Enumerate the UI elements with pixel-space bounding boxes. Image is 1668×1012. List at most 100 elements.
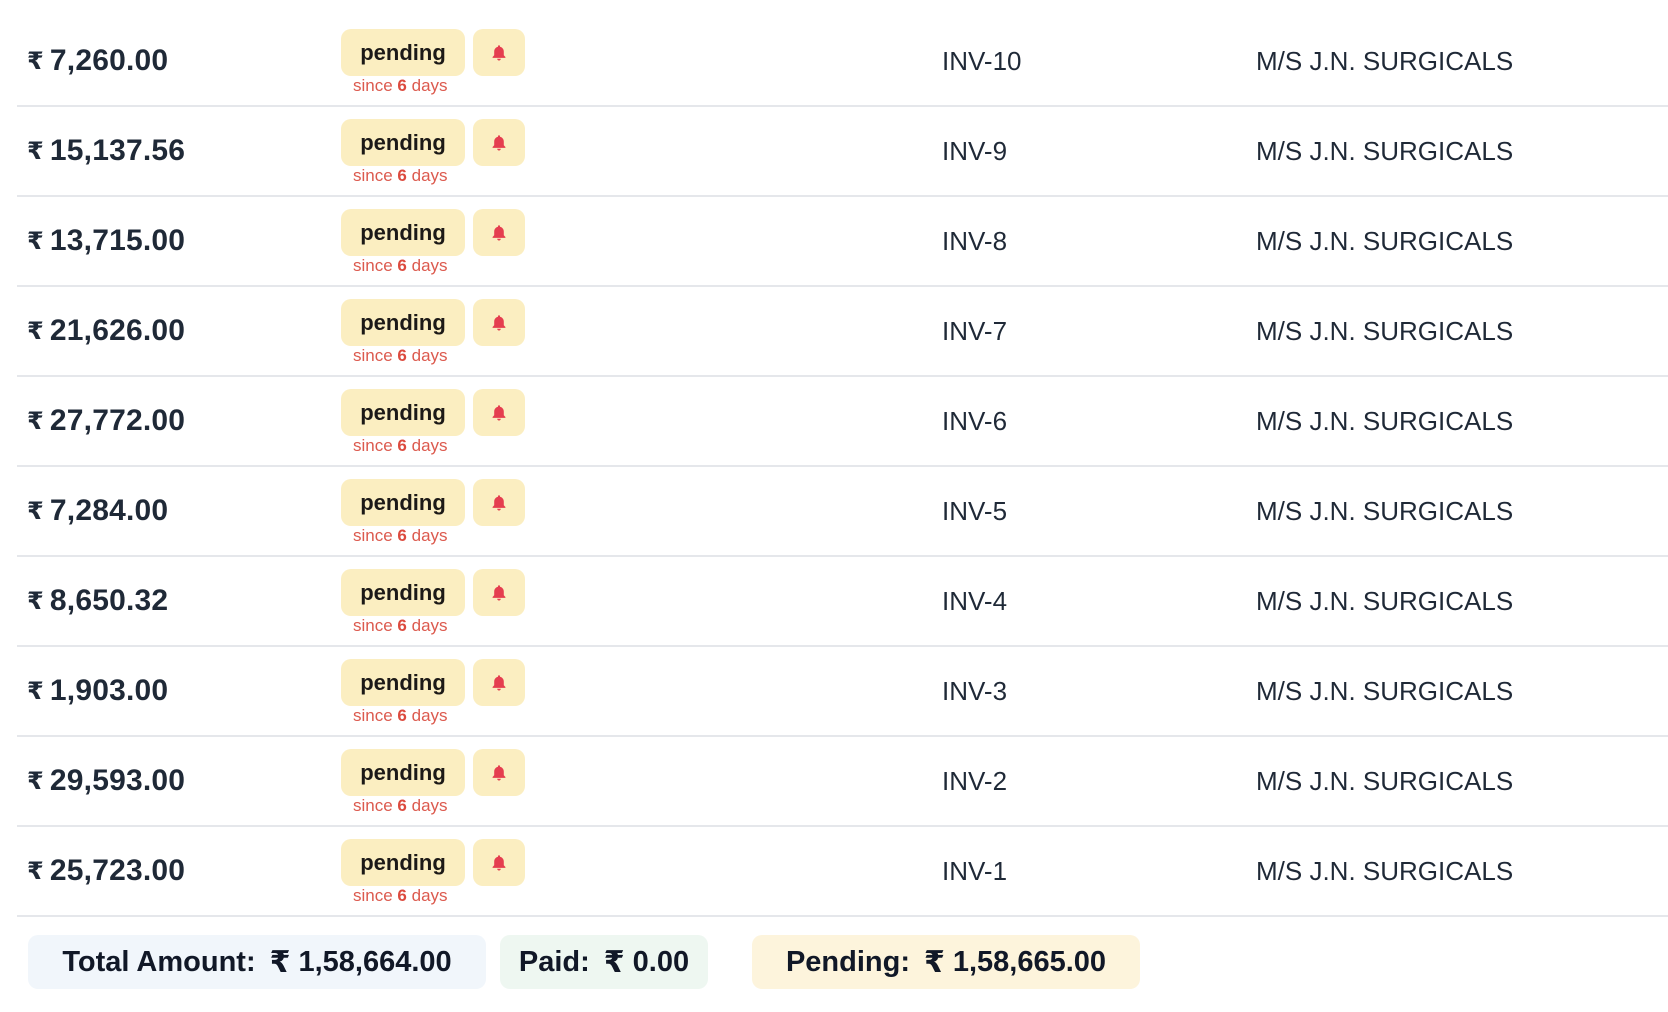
rupee-symbol: ₹ bbox=[27, 227, 44, 255]
bell-icon bbox=[489, 313, 509, 333]
invoice-number[interactable]: INV-9 bbox=[942, 107, 1007, 195]
status-badge: pending bbox=[341, 479, 465, 526]
table-row[interactable]: ₹25,723.00 pending since 6 days INV-1 M/S J.… bbox=[17, 827, 1668, 917]
amount-value: 8,650.32 bbox=[49, 584, 169, 617]
bell-icon bbox=[489, 223, 509, 243]
status-badge: pending bbox=[341, 569, 465, 616]
table-row[interactable]: ₹21,626.00 pending since 6 days INV-7 M/S J.… bbox=[17, 287, 1668, 377]
pending-duration: since 6 days bbox=[353, 436, 448, 456]
status-badge: pending bbox=[341, 749, 465, 796]
table-row[interactable]: ₹1,903.00 pending since 6 days INV-3 M/S J.N… bbox=[17, 647, 1668, 737]
pending-duration: since 6 days bbox=[353, 706, 448, 726]
invoice-number[interactable]: INV-4 bbox=[942, 557, 1007, 645]
since-suffix: days bbox=[411, 706, 448, 725]
since-suffix: days bbox=[411, 256, 448, 275]
table-row[interactable]: ₹29,593.00 pending since 6 days INV-2 M/S J.… bbox=[17, 737, 1668, 827]
send-reminder-button[interactable] bbox=[473, 749, 525, 796]
invoice-amount: ₹7,260.00 bbox=[27, 17, 168, 105]
send-reminder-button[interactable] bbox=[473, 479, 525, 526]
status-badge: pending bbox=[341, 119, 465, 166]
invoice-number[interactable]: INV-6 bbox=[942, 377, 1007, 465]
since-prefix: since bbox=[353, 706, 393, 725]
since-suffix: days bbox=[411, 166, 448, 185]
status-badge: pending bbox=[341, 29, 465, 76]
customer-name: M/S J.N. SURGICALS bbox=[1256, 225, 1514, 256]
invoice-amount: ₹21,626.00 bbox=[27, 287, 185, 375]
bell-icon bbox=[489, 763, 509, 783]
status-cell: pending since 6 days bbox=[341, 569, 541, 639]
send-reminder-button[interactable] bbox=[473, 389, 525, 436]
invoice-amount: ₹13,715.00 bbox=[27, 197, 185, 285]
send-reminder-button[interactable] bbox=[473, 299, 525, 346]
invoice-number[interactable]: INV-10 bbox=[942, 17, 1022, 105]
send-reminder-button[interactable] bbox=[473, 29, 525, 76]
customer-name: M/S J.N. SURGICALS bbox=[1256, 45, 1514, 76]
since-days-count: 6 bbox=[397, 616, 407, 635]
table-row[interactable]: ₹7,260.00 pending since 6 days INV-10 M/S J.… bbox=[17, 17, 1668, 107]
status-cell: pending since 6 days bbox=[341, 209, 541, 279]
table-row[interactable]: ₹7,284.00 pending since 6 days INV-5 M/S J.N… bbox=[17, 467, 1668, 557]
send-reminder-button[interactable] bbox=[473, 119, 525, 166]
table-row[interactable]: ₹8,650.32 pending since 6 days INV-4 M/S J.N… bbox=[17, 557, 1668, 647]
invoice-number[interactable]: INV-3 bbox=[942, 647, 1007, 735]
invoice-number[interactable]: INV-5 bbox=[942, 467, 1007, 555]
amount-value: 13,715.00 bbox=[49, 224, 186, 257]
status-badge: pending bbox=[341, 209, 465, 256]
status-cell: pending since 6 days bbox=[341, 659, 541, 729]
customer-name: M/S J.N. SURGICALS bbox=[1256, 765, 1514, 796]
table-row[interactable]: ₹13,715.00 pending since 6 days INV-8 M/S J.… bbox=[17, 197, 1668, 287]
since-prefix: since bbox=[353, 256, 393, 275]
status-cell: pending since 6 days bbox=[341, 749, 541, 819]
invoice-number[interactable]: INV-2 bbox=[942, 737, 1007, 825]
invoice-amount: ₹1,903.00 bbox=[27, 647, 168, 735]
invoice-number[interactable]: INV-7 bbox=[942, 287, 1007, 375]
bell-icon bbox=[489, 403, 509, 423]
amount-value: 27,772.00 bbox=[49, 404, 186, 437]
pending-label: Pending: bbox=[785, 945, 910, 978]
table-row[interactable]: ₹27,772.00 pending since 6 days INV-6 M/S J.… bbox=[17, 377, 1668, 467]
invoice-amount: ₹25,723.00 bbox=[27, 827, 185, 915]
since-suffix: days bbox=[411, 616, 448, 635]
since-prefix: since bbox=[353, 166, 393, 185]
amount-value: 25,723.00 bbox=[49, 854, 186, 887]
send-reminder-button[interactable] bbox=[473, 569, 525, 616]
invoice-amount: ₹29,593.00 bbox=[27, 737, 185, 825]
rupee-symbol: ₹ bbox=[27, 497, 44, 525]
paid-summary: Paid: ₹ 0.00 bbox=[500, 935, 708, 989]
since-days-count: 6 bbox=[397, 796, 407, 815]
invoice-amount: ₹8,650.32 bbox=[27, 557, 168, 645]
bell-icon bbox=[489, 133, 509, 153]
send-reminder-button[interactable] bbox=[473, 209, 525, 256]
send-reminder-button[interactable] bbox=[473, 659, 525, 706]
invoice-number[interactable]: INV-1 bbox=[942, 827, 1007, 915]
since-prefix: since bbox=[353, 76, 393, 95]
customer-name: M/S J.N. SURGICALS bbox=[1256, 585, 1514, 616]
since-suffix: days bbox=[411, 796, 448, 815]
since-days-count: 6 bbox=[397, 886, 407, 905]
invoice-number[interactable]: INV-8 bbox=[942, 197, 1007, 285]
rupee-symbol: ₹ bbox=[27, 857, 44, 885]
amount-value: 7,284.00 bbox=[49, 494, 169, 527]
invoice-table: ₹7,260.00 pending since 6 days INV-10 M/S J.… bbox=[17, 17, 1668, 917]
since-days-count: 6 bbox=[397, 436, 407, 455]
customer-name: M/S J.N. SURGICALS bbox=[1256, 135, 1514, 166]
table-row[interactable]: ₹15,137.56 pending since 6 days INV-9 M/S J.… bbox=[17, 107, 1668, 197]
since-prefix: since bbox=[353, 886, 393, 905]
rupee-symbol: ₹ bbox=[923, 945, 945, 979]
send-reminder-button[interactable] bbox=[473, 839, 525, 886]
since-prefix: since bbox=[353, 616, 393, 635]
customer-name: M/S J.N. SURGICALS bbox=[1256, 315, 1514, 346]
since-prefix: since bbox=[353, 796, 393, 815]
bell-icon bbox=[489, 583, 509, 603]
since-days-count: 6 bbox=[397, 76, 407, 95]
invoice-amount: ₹7,284.00 bbox=[27, 467, 168, 555]
since-prefix: since bbox=[353, 526, 393, 545]
rupee-symbol: ₹ bbox=[27, 767, 44, 795]
status-cell: pending since 6 days bbox=[341, 29, 541, 99]
rupee-symbol: ₹ bbox=[27, 47, 44, 75]
pending-value: 1,58,665.00 bbox=[952, 945, 1107, 978]
pending-duration: since 6 days bbox=[353, 886, 448, 906]
since-days-count: 6 bbox=[397, 256, 407, 275]
since-suffix: days bbox=[411, 886, 448, 905]
rupee-symbol: ₹ bbox=[27, 407, 44, 435]
